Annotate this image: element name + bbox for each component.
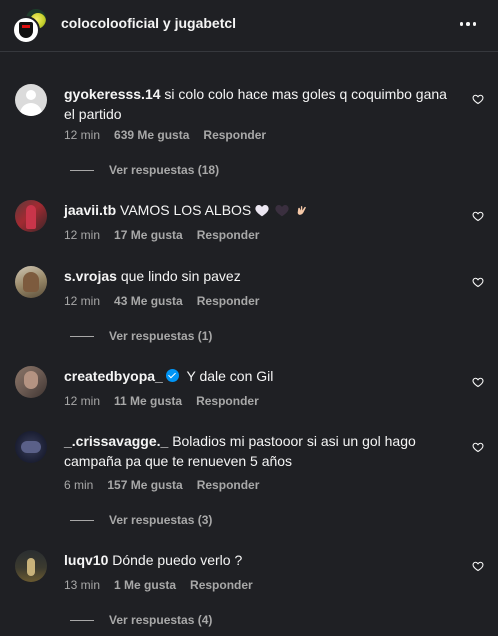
- comment-body: jaavii.tb VAMOS LOS ALBOS: [64, 200, 454, 220]
- comment-username[interactable]: gyokeresss.14: [64, 86, 161, 102]
- comment-likes[interactable]: 11 Me gusta: [114, 394, 182, 408]
- like-heart-icon[interactable]: [472, 93, 484, 105]
- reply-button[interactable]: Responder: [197, 478, 260, 492]
- reply-button[interactable]: Responder: [190, 578, 253, 592]
- avatar[interactable]: [15, 266, 47, 298]
- call-me-hand-emoji: [297, 206, 306, 215]
- like-heart-icon[interactable]: [472, 376, 484, 388]
- comment-meta: 12 min 43 Me gusta Responder: [64, 294, 259, 308]
- avatar[interactable]: [15, 200, 47, 232]
- comment-text: VAMOS LOS ALBOS: [120, 202, 252, 218]
- like-heart-icon[interactable]: [472, 276, 484, 288]
- verified-badge-icon: [165, 369, 179, 382]
- comment-likes[interactable]: 17 Me gusta: [114, 228, 183, 242]
- comment-likes[interactable]: 639 Me gusta: [114, 128, 189, 142]
- replies-divider: [70, 619, 94, 621]
- like-heart-icon[interactable]: [472, 560, 484, 572]
- collab-avatars[interactable]: [12, 7, 52, 47]
- comment-time[interactable]: 12 min: [64, 394, 100, 408]
- comment-text: Dónde puedo verlo ?: [112, 552, 243, 568]
- comment-body: s.vrojas que lindo sin pavez: [64, 266, 454, 286]
- author-joiner: y: [162, 15, 171, 31]
- reply-button[interactable]: Responder: [197, 294, 260, 308]
- comment-username[interactable]: _.crissavagge._: [64, 433, 168, 449]
- comment-text: que lindo sin pavez: [120, 268, 241, 284]
- comment-username[interactable]: createdbyopa_: [64, 368, 163, 384]
- avatar[interactable]: [15, 366, 47, 398]
- comment-text: Y dale con Gil: [186, 368, 274, 384]
- replies-divider: [70, 335, 94, 337]
- colocolo-avatar[interactable]: [12, 16, 40, 44]
- avatar[interactable]: [15, 550, 47, 582]
- view-replies-label: Ver respuestas (1): [109, 329, 213, 343]
- view-replies-button[interactable]: Ver respuestas (3): [70, 513, 212, 527]
- post-header: colocolooficial y jugabetcl: [0, 0, 498, 52]
- comment-body: _.crissavagge._ Boladios mi pastooor si …: [64, 431, 454, 471]
- replies-divider: [70, 169, 94, 171]
- white-heart-emoji: [255, 204, 269, 217]
- comment-time[interactable]: 12 min: [64, 128, 100, 142]
- comment-likes[interactable]: 43 Me gusta: [114, 294, 183, 308]
- comment-meta: 12 min 639 Me gusta Responder: [64, 128, 266, 142]
- like-heart-icon[interactable]: [472, 210, 484, 222]
- comment-time[interactable]: 13 min: [64, 578, 100, 592]
- avatar[interactable]: [15, 84, 47, 116]
- comment-body: gyokeresss.14 si colo colo hace mas gole…: [64, 84, 454, 124]
- comment-username[interactable]: s.vrojas: [64, 268, 117, 284]
- comment-time[interactable]: 6 min: [64, 478, 93, 492]
- reply-button[interactable]: Responder: [203, 128, 266, 142]
- author-collab-link[interactable]: jugabetcl: [175, 15, 236, 31]
- comments-panel: colocolooficial y jugabetcl gyokeresss.1…: [0, 0, 498, 636]
- comment-meta: 12 min 17 Me gusta Responder: [64, 228, 259, 242]
- comment-likes[interactable]: 1 Me gusta: [114, 578, 176, 592]
- reply-button[interactable]: Responder: [197, 228, 260, 242]
- view-replies-button[interactable]: Ver respuestas (4): [70, 613, 212, 627]
- avatar[interactable]: [15, 431, 47, 463]
- replies-divider: [70, 519, 94, 521]
- post-authors: colocolooficial y jugabetcl: [61, 15, 236, 31]
- black-heart-emoji: [275, 204, 289, 217]
- comment-meta: 12 min 11 Me gusta Responder: [64, 394, 259, 408]
- comment-likes[interactable]: 157 Me gusta: [107, 478, 182, 492]
- comment-time[interactable]: 12 min: [64, 294, 100, 308]
- comment-username[interactable]: jaavii.tb: [64, 202, 116, 218]
- view-replies-button[interactable]: Ver respuestas (1): [70, 329, 212, 343]
- view-replies-button[interactable]: Ver respuestas (18): [70, 163, 219, 177]
- comment-meta: 6 min 157 Me gusta Responder: [64, 478, 259, 492]
- comment-meta: 13 min 1 Me gusta Responder: [64, 578, 253, 592]
- comment-body: createdbyopa_ Y dale con Gil: [64, 366, 454, 386]
- view-replies-label: Ver respuestas (18): [109, 163, 220, 177]
- view-replies-label: Ver respuestas (4): [109, 613, 213, 627]
- comment-username[interactable]: luqv10: [64, 552, 108, 568]
- like-heart-icon[interactable]: [472, 441, 484, 453]
- author-main-link[interactable]: colocolooficial: [61, 15, 159, 31]
- reply-button[interactable]: Responder: [196, 394, 259, 408]
- comment-time[interactable]: 12 min: [64, 228, 100, 242]
- more-horizontal-icon[interactable]: [454, 14, 482, 34]
- comment-body: luqv10 Dónde puedo verlo ?: [64, 550, 454, 570]
- view-replies-label: Ver respuestas (3): [109, 513, 213, 527]
